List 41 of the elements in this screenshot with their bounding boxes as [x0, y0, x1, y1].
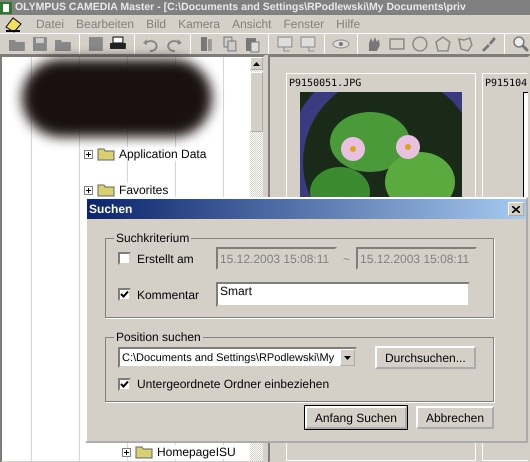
file-name: P9150051.JPG [288, 78, 362, 89]
folder-icon [135, 445, 153, 459]
path-dropdown[interactable]: C:\Documents and Settings\RPodlewski\My [118, 347, 357, 368]
dropdown-button[interactable] [340, 349, 355, 366]
expand-icon[interactable] [84, 150, 93, 158]
close-icon [512, 206, 520, 212]
square-icon[interactable] [86, 35, 104, 53]
expand-icon[interactable] [122, 448, 131, 456]
checkbox[interactable] [118, 378, 131, 390]
checkbox-label: Erstellt am [137, 252, 194, 266]
checkbox-label: Untergeordnete Ordner einbeziehen [137, 377, 330, 391]
window-title: OLYMPUS CAMEDIA Master - [C:\Documents and Settings\RPodlewski\My Documents\priv [15, 0, 466, 15]
comment-field[interactable]: Smart [216, 282, 470, 307]
dialog-title: Suchen [89, 202, 132, 216]
tree-item[interactable]: Application Data [119, 147, 206, 161]
range-separator: ~ [343, 252, 350, 266]
scroll-thumb[interactable] [250, 72, 263, 132]
save-icon[interactable] [30, 35, 49, 53]
file-name: P915104 [484, 78, 528, 89]
checkbox[interactable] [118, 288, 131, 301]
group-label: Suchkriterium [115, 231, 190, 245]
browse-button[interactable]: Durchsuchen... [375, 346, 476, 369]
expand-icon[interactable] [84, 186, 93, 194]
cancel-button[interactable]: Abbrechen [416, 406, 494, 429]
caret-icon [344, 356, 351, 360]
close-button[interactable] [508, 202, 524, 216]
app-icon [0, 2, 12, 14]
tree-item[interactable]: Favorites [119, 183, 168, 197]
copy-icon[interactable] [220, 35, 239, 53]
circle-icon[interactable] [410, 35, 428, 53]
scroll-up-button[interactable] [250, 57, 263, 70]
group-label: Position suchen [115, 330, 202, 344]
zoom-icon[interactable] [512, 35, 530, 53]
checkbox-label: Kommentar [137, 288, 200, 302]
tree-item[interactable]: HomepageISU [157, 445, 236, 459]
checkbox[interactable] [118, 252, 131, 265]
lasso-icon[interactable] [456, 35, 474, 53]
folder-icon [97, 147, 115, 161]
polygon-icon[interactable] [434, 35, 452, 53]
up-arrow-icon [253, 62, 260, 66]
start-search-button[interactable]: Anfang Suchen [304, 406, 407, 429]
